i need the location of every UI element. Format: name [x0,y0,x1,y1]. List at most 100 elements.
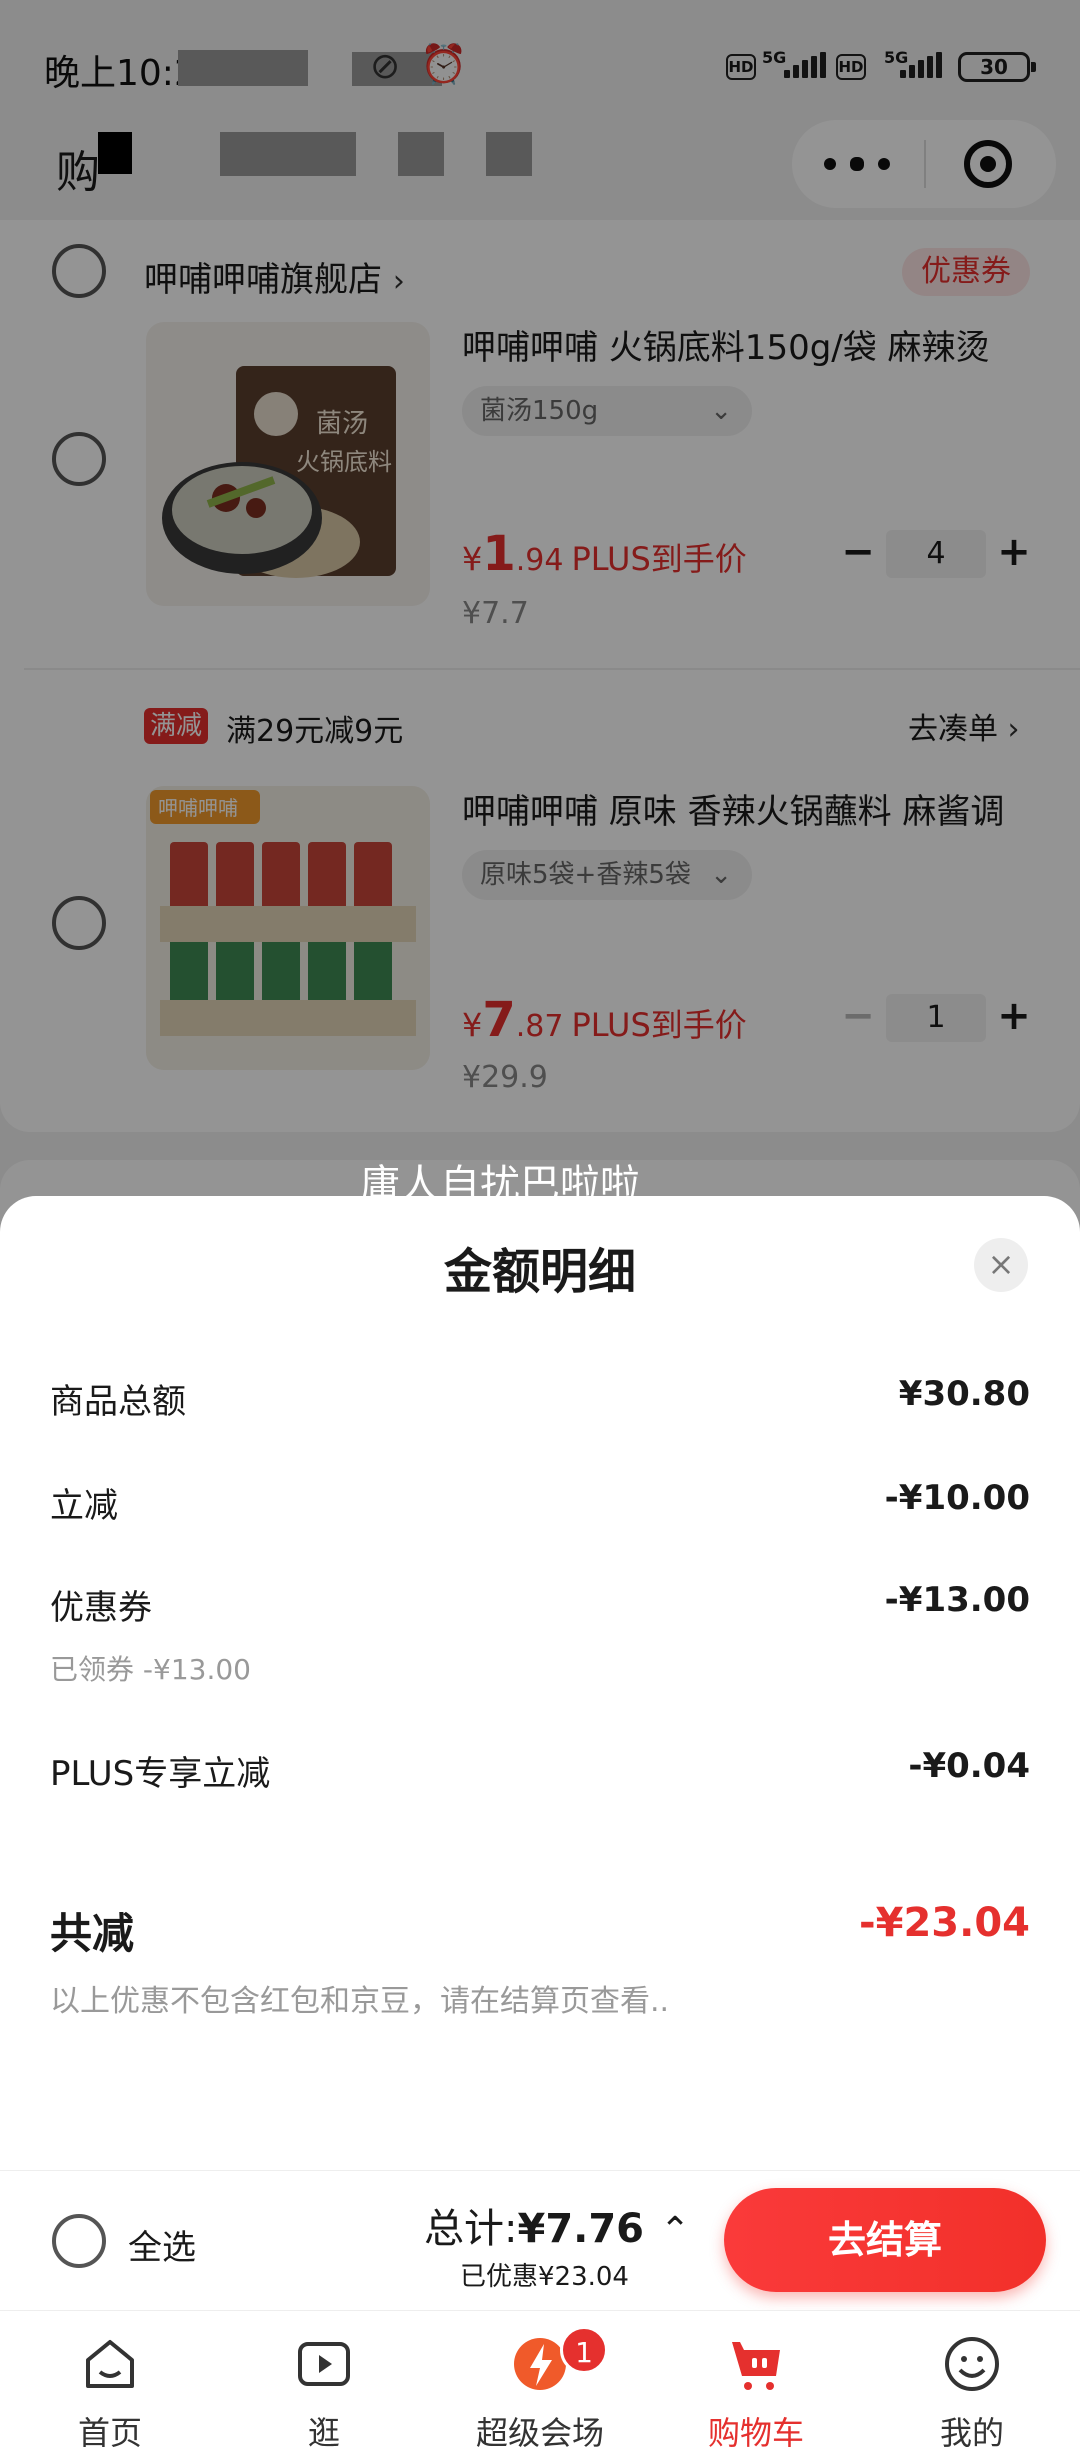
quantity-value[interactable]: 4 [886,530,986,578]
plus-price: ¥7.87 PLUS到手价 [462,992,747,1048]
increase-button[interactable]: + [996,530,1032,578]
saved-amount: 已优惠¥23.04 [460,2262,629,2292]
tab-label: 购物车 [707,2414,804,2452]
spec-selector[interactable]: 菌汤150g ⌄ [462,386,752,436]
total-price: 总计:¥7.76 [424,2196,644,2254]
notification-badge: 1 [560,2326,608,2374]
page-title: 购 [56,147,100,198]
redaction-block [98,132,132,174]
discount-note: 以上优惠不包含红包和京豆，请在结算页查看.. [50,1984,670,2019]
chevron-up-icon[interactable]: ⌃ [660,2210,690,2251]
spec-selector[interactable]: 原味5袋+香辣5袋 ⌄ [462,850,752,900]
network-5g-label: 5G [762,48,787,67]
goods-total-value: ¥30.80 [898,1374,1030,1414]
hd-icon: HD [726,54,756,80]
add-more-label: 去凑单 [908,712,998,747]
chevron-down-icon: ⌄ [710,396,732,426]
tab-cart[interactable]: 购物车 [676,2320,836,2452]
plus-discount-value: -¥0.04 [908,1746,1030,1786]
shop-select-radio[interactable] [52,244,106,298]
svg-text:呷哺呷哺: 呷哺呷哺 [158,796,238,820]
original-price: ¥29.9 [462,1060,548,1095]
price-integer: 7 [482,992,516,1048]
svg-text:火锅底料: 火锅底料 [296,448,392,476]
tab-profile[interactable]: 我的 [892,2320,1052,2452]
capsule-divider [924,140,926,188]
total-amount: ¥7.76 [517,2206,645,2252]
product-name[interactable]: 呷哺呷哺 原味 香辣火锅蘸料 麻酱调 [462,784,1004,833]
goods-total-label: 商品总额 [50,1382,186,1422]
battery-icon: 30 [958,52,1036,82]
price-decimal: .94 [515,543,564,578]
select-all-label[interactable]: 全选 [128,2220,196,2269]
price-currency: ¥ [462,1006,483,1044]
coupon-label: 优惠券 [50,1588,152,1628]
item-select-radio[interactable] [52,896,106,950]
mute-icon: ⊘ [370,46,401,87]
price-currency: ¥ [462,540,483,578]
instant-discount-value: -¥10.00 [884,1478,1030,1518]
blurred-status [178,50,308,86]
instant-discount-label: 立减 [50,1486,118,1526]
plus-discount-label: PLUS专享立减 [50,1754,271,1794]
home-icon [86,2340,134,2388]
tab-home[interactable]: 首页 [30,2320,190,2452]
more-icon[interactable] [824,150,894,178]
tab-label: 超级会场 [475,2414,604,2452]
coupon-claimed-note: 已领券 -¥13.00 [50,1653,251,1686]
original-price: ¥7.7 [462,596,529,631]
coupon-button[interactable]: 优惠券 [902,248,1030,296]
shop-name-label: 呷哺呷哺旗舰店 [144,260,382,300]
total-prefix: 总计: [424,2206,518,2252]
hd-icon-2: HD [836,54,866,80]
product-image[interactable]: 呷哺呷哺 [146,786,430,1070]
blurred-title-2 [398,132,444,176]
chevron-down-icon: ⌄ [710,860,732,890]
plus-price: ¥1.94 PLUS到手价 [462,526,747,582]
blurred-title-3 [486,132,532,176]
close-miniprogram-icon[interactable] [964,140,1012,188]
product-image[interactable]: 菌汤 火锅底料 [146,322,430,606]
checkout-button[interactable]: 去结算 [724,2188,1046,2292]
decrease-button[interactable]: − [840,530,876,578]
cart-icon [732,2342,780,2390]
tab-browse[interactable]: 逛 [244,2320,404,2452]
alarm-icon: ⏰ [420,42,468,86]
decrease-button[interactable]: − [840,994,876,1042]
blurred-title [220,132,356,176]
price-label: PLUS到手价 [571,1006,747,1044]
price-decimal: .87 [515,1009,564,1044]
tab-label: 逛 [307,2414,340,2452]
close-icon[interactable]: × [974,1238,1028,1292]
increase-button[interactable]: + [996,994,1032,1042]
status-time: 晚上10:2 [44,53,197,94]
item-select-radio[interactable] [52,432,106,486]
chevron-right-icon: › [392,264,405,299]
price-label: PLUS到手价 [571,540,747,578]
signal-icon [784,52,828,78]
video-icon [298,2342,350,2386]
svg-text:菌汤: 菌汤 [316,409,368,439]
total-discount-label: 共减 [50,1909,135,1958]
price-integer: 1 [482,526,516,582]
product-name[interactable]: 呷哺呷哺 火锅底料150g/袋 麻辣烫 [462,320,990,369]
shop-name[interactable]: 呷哺呷哺旗舰店 › [144,252,405,301]
spec-label: 菌汤150g [480,396,599,426]
miniprogram-capsule [792,120,1056,208]
quantity-stepper: − 4 + [840,530,1034,578]
profile-icon [945,2337,999,2391]
signal-icon-2 [900,52,948,78]
tab-label: 首页 [77,2414,142,2452]
coupon-value: -¥13.00 [884,1580,1030,1620]
item-divider [24,668,1080,670]
add-more-link[interactable]: 去凑单 › [908,704,1020,748]
promo-tag: 满减 [144,708,208,744]
sheet-title: 金额明细 [443,1244,636,1300]
select-all-radio[interactable] [52,2214,106,2268]
spec-label: 原味5袋+香辣5袋 [480,860,691,890]
quantity-value[interactable]: 1 [886,994,986,1042]
chevron-right-icon: › [1007,712,1020,747]
tab-label: 我的 [939,2414,1004,2452]
total-discount-value: -¥23.04 [859,1900,1030,1946]
promo-text: 满29元减9元 [226,714,404,749]
